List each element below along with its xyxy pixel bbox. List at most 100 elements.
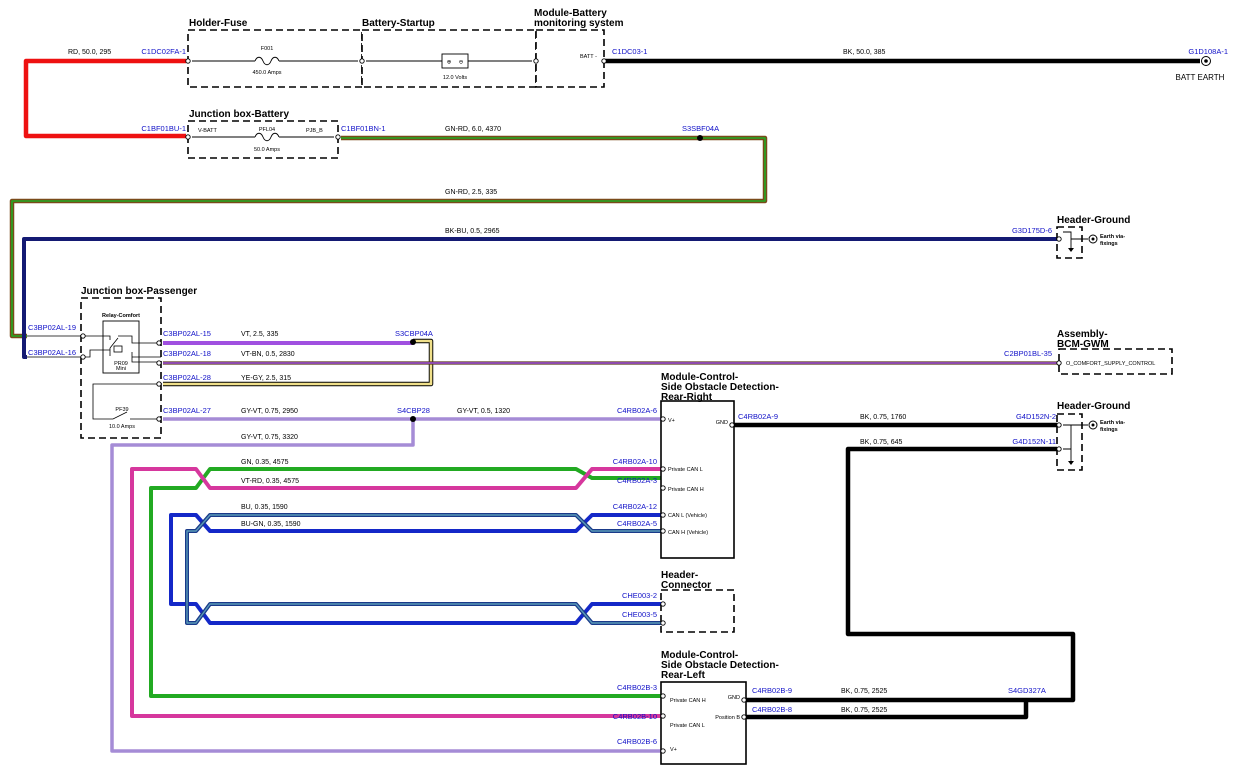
conn-c1dc03-1[interactable]: C1DC03-1 <box>612 47 647 56</box>
conn-c4rb02a-12[interactable]: C4RB02A-12 <box>613 502 657 511</box>
svg-text:Private CAN L: Private CAN L <box>670 723 705 729</box>
wire-label-bk-2525-b: BK, 0.75, 2525 <box>841 707 887 714</box>
wire-label-vt: VT, 2.5, 335 <box>241 331 278 338</box>
splice-s3cbp04a <box>410 339 416 345</box>
wire-label-rd: RD, 50.0, 295 <box>68 49 111 56</box>
wire-label-gy-vt-1320: GY-VT, 0.5, 1320 <box>457 408 510 415</box>
vbatt-label: V-BATT <box>198 128 217 134</box>
pf39-amps: 10.0 Amps <box>109 424 135 430</box>
wire-label-gn: GN, 0.35, 4575 <box>241 459 289 466</box>
svg-text:GND: GND <box>716 420 728 426</box>
svg-text:Rear-Left: Rear-Left <box>661 670 706 681</box>
batt-minus-label: BATT - <box>580 54 597 60</box>
wire-bu-can-l[interactable] <box>169 513 661 625</box>
wire-label-bk-385: BK, 50.0, 385 <box>843 49 886 56</box>
wire-vt-rd-private-can[interactable] <box>130 467 661 718</box>
conn-s3sbf04a[interactable]: S3SBF04A <box>682 124 719 133</box>
svg-text:monitoring system: monitoring system <box>534 18 624 29</box>
conn-c4rb02b-10[interactable]: C4RB02B-10 <box>613 712 657 721</box>
conn-s4gd327a[interactable]: S4GD327A <box>1008 686 1046 695</box>
pfl04-label: PFL04 <box>259 127 275 133</box>
pfl04-amps: 50.0 Amps <box>254 147 280 153</box>
conn-c3bp02al-15[interactable]: C3BP02AL-15 <box>163 329 211 338</box>
wire-bk-bu[interactable] <box>22 237 1062 359</box>
conn-c4rb02a-3[interactable]: C4RB02A-3 <box>617 476 657 485</box>
conn-c4rb02a-5[interactable]: C4RB02A-5 <box>617 519 657 528</box>
conn-c2bp01bl-35[interactable]: C2BP01BL-35 <box>1004 349 1052 358</box>
pf39-label: PF39 <box>115 407 128 413</box>
svg-text:Earth via-: Earth via- <box>1100 234 1125 240</box>
conn-g3d175d-6[interactable]: G3D175D-6 <box>1012 226 1052 235</box>
wire-label-ye-gy: YE-GY, 2.5, 315 <box>241 375 291 382</box>
pins <box>80 58 1062 754</box>
conn-c1bf01bu-1[interactable]: C1BF01BU-1 <box>141 124 186 133</box>
conn-c1dc02fa-1[interactable]: C1DC02FA-1 <box>141 47 186 56</box>
svg-text:V+: V+ <box>668 418 675 424</box>
conn-c3bp02al-16[interactable]: C3BP02AL-16 <box>28 348 76 357</box>
svg-text:Header-Ground: Header-Ground <box>1057 215 1130 226</box>
svg-text:Private CAN H: Private CAN H <box>668 487 704 493</box>
conn-c3bp02al-27[interactable]: C3BP02AL-27 <box>163 406 211 415</box>
svg-text:Earth via-: Earth via- <box>1100 420 1125 426</box>
conn-c4rb02b-9[interactable]: C4RB02B-9 <box>752 686 792 695</box>
pjb-b-label: PJB_B <box>306 128 323 134</box>
conn-che003-2[interactable]: CHE003-2 <box>622 591 657 600</box>
svg-text:Position B: Position B <box>715 715 740 721</box>
wire-label-bu: BU, 0.35, 1590 <box>241 504 288 511</box>
conn-c4rb02b-3[interactable]: C4RB02B-3 <box>617 683 657 692</box>
wire-gn-private-can[interactable] <box>149 467 661 698</box>
conn-c3bp02al-19[interactable]: C3BP02AL-19 <box>28 323 76 332</box>
conn-c3bp02al-18[interactable]: C3BP02AL-18 <box>163 349 211 358</box>
conn-c4rb02a-6[interactable]: C4RB02A-6 <box>617 406 657 415</box>
wire-label-gn-rd-4370: GN-RD, 6.0, 4370 <box>445 126 501 133</box>
splice-s3sbf04a <box>697 135 703 141</box>
wire-label-gy-vt-2950: GY-VT, 0.75, 2950 <box>241 408 298 415</box>
wire-label-bk-1760: BK, 0.75, 1760 <box>860 414 906 421</box>
wire-label-vt-bn: VT-BN, 0.5, 2830 <box>241 351 295 358</box>
svg-text:Header-Ground: Header-Ground <box>1057 401 1130 412</box>
wire-label-bu-gn: BU-GN, 0.35, 1590 <box>241 521 301 528</box>
conn-s3cbp04a[interactable]: S3CBP04A <box>395 329 433 338</box>
wire-label-gn-rd-335: GN-RD, 2.5, 335 <box>445 189 497 196</box>
conn-g4d152n-11[interactable]: G4D152N-11 <box>1012 437 1056 446</box>
svg-text:CAN H (Vehicle): CAN H (Vehicle) <box>668 530 708 536</box>
wire-label-gy-vt-3320: GY-VT, 0.75, 3320 <box>241 434 298 441</box>
svg-text:⊕: ⊕ <box>447 60 452 66</box>
conn-c4rb02b-6[interactable]: C4RB02B-6 <box>617 737 657 746</box>
conn-s4cbp28[interactable]: S4CBP28 <box>397 406 430 415</box>
conn-g1d108a-1[interactable]: G1D108A-1 <box>1188 47 1228 56</box>
header-connector-box[interactable] <box>660 589 735 633</box>
svg-text:GND: GND <box>728 695 740 701</box>
wire-label-bk-2525-a: BK, 0.75, 2525 <box>841 688 887 695</box>
wire-bk-645[interactable] <box>741 446 1076 703</box>
svg-text:BCM-GWM: BCM-GWM <box>1057 339 1109 350</box>
svg-text:Junction box-Passenger: Junction box-Passenger <box>81 286 197 297</box>
svg-text:fixings: fixings <box>1100 241 1118 247</box>
conn-c4rb02a-9[interactable]: C4RB02A-9 <box>738 412 778 421</box>
relay-comfort-label: Relay-Comfort <box>102 313 140 319</box>
batt-earth-label: BATT EARTH <box>1176 73 1225 82</box>
conn-g4d152n-2[interactable]: G4D152N-2 <box>1016 412 1056 421</box>
svg-text:CAN L (Vehicle): CAN L (Vehicle) <box>668 513 707 519</box>
wire-label-bk-645: BK, 0.75, 645 <box>860 439 903 446</box>
conn-c3bp02al-28[interactable]: C3BP02AL-28 <box>163 373 211 382</box>
battery-volts: 12.0 Volts <box>443 75 467 81</box>
conn-c4rb02a-10[interactable]: C4RB02A-10 <box>613 457 657 466</box>
svg-text:Mini: Mini <box>116 366 126 372</box>
holder-fuse-box[interactable] <box>187 29 363 88</box>
conn-che003-5[interactable]: CHE003-5 <box>622 610 657 619</box>
conn-c4rb02b-8[interactable]: C4RB02B-8 <box>752 705 792 714</box>
svg-text:Connector: Connector <box>661 580 711 591</box>
svg-text:Private CAN L: Private CAN L <box>668 467 703 473</box>
svg-text:fixings: fixings <box>1100 427 1118 433</box>
f001-label: F001 <box>261 46 274 52</box>
svg-text:⊖: ⊖ <box>459 60 464 66</box>
wire-label-bk-bu: BK-BU, 0.5, 2965 <box>445 228 500 235</box>
battery-startup-title: Battery-Startup <box>362 18 435 29</box>
svg-text:Private CAN H: Private CAN H <box>670 698 706 704</box>
conn-c1bf01bn-1[interactable]: C1BF01BN-1 <box>341 124 386 133</box>
wire-label-vt-rd: VT-RD, 0.35, 4575 <box>241 478 299 485</box>
svg-text:V+: V+ <box>670 747 677 753</box>
holder-fuse-title: Holder-Fuse <box>189 18 248 29</box>
f001-amps: 450.0 Amps <box>252 70 281 76</box>
